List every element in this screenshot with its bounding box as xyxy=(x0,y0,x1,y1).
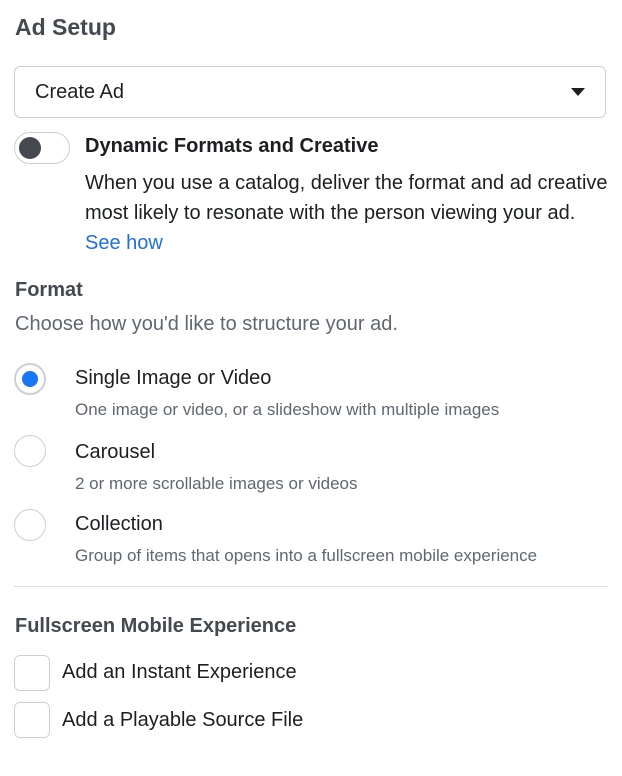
add-instant-experience-label[interactable]: Add an Instant Experience xyxy=(62,661,297,684)
ad-type-select[interactable]: Create Ad xyxy=(14,66,606,118)
dynamic-formats-title: Dynamic Formats and Creative xyxy=(85,135,379,157)
dynamic-formats-description-text: When you use a catalog, deliver the form… xyxy=(85,172,608,224)
toggle-knob xyxy=(19,137,41,159)
radio-collection[interactable] xyxy=(14,509,46,541)
format-option-description: Group of items that opens into a fullscr… xyxy=(75,546,538,565)
format-option-label[interactable]: Single Image or Video xyxy=(75,367,271,390)
format-title: Format xyxy=(15,279,83,301)
format-option-label[interactable]: Carousel xyxy=(75,441,155,464)
chevron-down-icon xyxy=(571,88,585,96)
radio-single-image-or-video[interactable] xyxy=(14,363,46,395)
add-playable-source-file-label[interactable]: Add a Playable Source File xyxy=(62,709,303,732)
radio-carousel[interactable] xyxy=(14,435,46,467)
see-how-link[interactable]: See how xyxy=(85,232,163,254)
ad-type-select-value: Create Ad xyxy=(35,80,124,103)
ad-setup-title: Ad Setup xyxy=(15,14,116,40)
add-instant-experience-checkbox[interactable] xyxy=(14,655,50,691)
format-subtitle: Choose how you'd like to structure your … xyxy=(15,313,398,335)
format-option-label[interactable]: Collection xyxy=(75,513,163,536)
section-divider xyxy=(14,586,608,587)
add-playable-source-file-checkbox[interactable] xyxy=(14,702,50,738)
dynamic-formats-description: When you use a catalog, deliver the form… xyxy=(85,168,610,258)
dynamic-formats-toggle[interactable] xyxy=(14,132,70,164)
format-option-description: 2 or more scrollable images or videos xyxy=(75,474,358,493)
fullscreen-mobile-experience-title: Fullscreen Mobile Experience xyxy=(15,615,297,637)
format-option-description: One image or video, or a slideshow with … xyxy=(75,400,500,419)
